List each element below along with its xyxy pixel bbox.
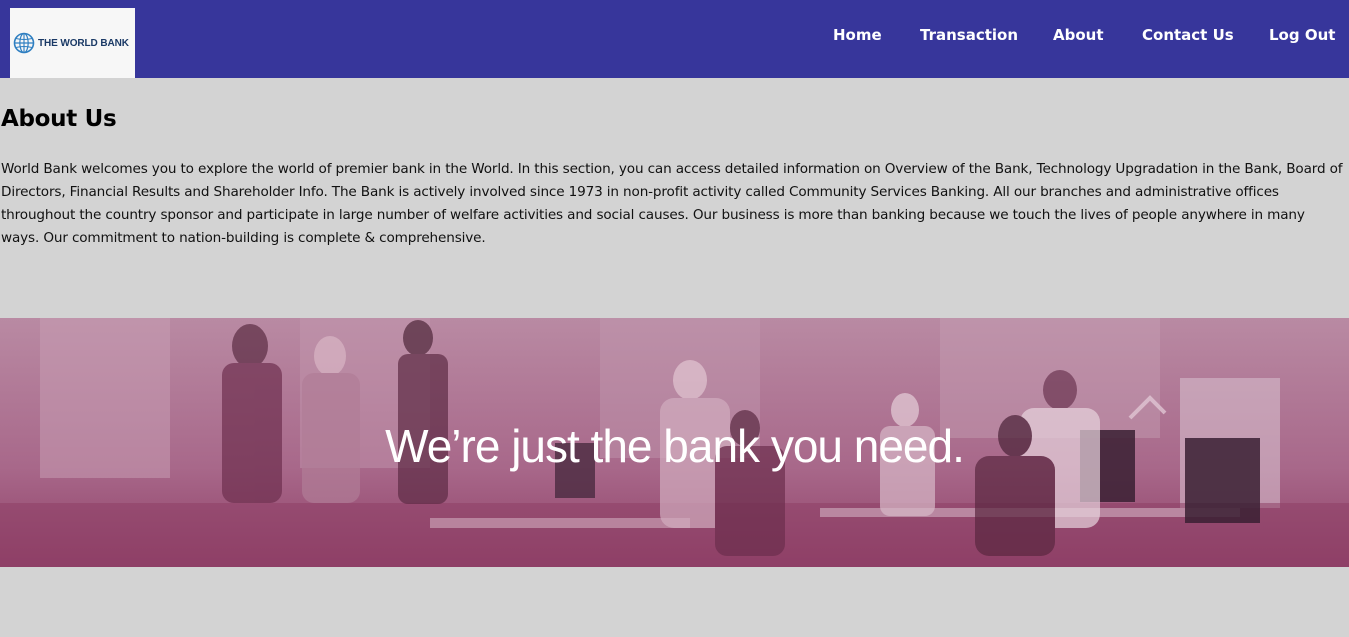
top-navbar: THE WORLD BANK Home Transaction About Co… (0, 0, 1349, 78)
hero-tagline: We’re just the bank you need. (385, 420, 965, 472)
nav-transaction-link[interactable]: Transaction (920, 24, 1018, 46)
globe-icon (13, 32, 35, 54)
nav-contact-us-link[interactable]: Contact Us (1142, 24, 1234, 46)
about-paragraph: World Bank welcomes you to explore the w… (1, 161, 1343, 246)
logo-text: THE WORLD BANK (38, 37, 129, 49)
nav-about-link[interactable]: About (1053, 24, 1104, 46)
nav-log-out-link[interactable]: Log Out (1269, 24, 1335, 46)
page-title: About Us (1, 106, 117, 132)
world-bank-logo[interactable]: THE WORLD BANK (10, 8, 135, 78)
nav-home-link[interactable]: Home (833, 24, 882, 46)
